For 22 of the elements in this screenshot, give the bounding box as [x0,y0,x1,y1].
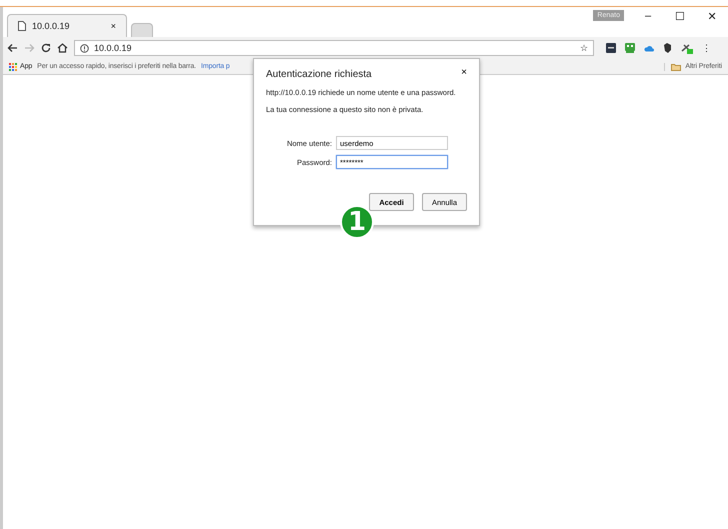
minimize-button[interactable]: – [632,7,664,22]
address-text: 10.0.0.19 [94,43,133,53]
back-icon[interactable] [7,43,18,53]
tab-title: 10.0.0.19 [32,21,71,31]
close-button[interactable]: ✕ [696,7,728,23]
folder-icon [671,62,682,70]
page-icon [18,21,26,31]
menu-button[interactable]: ⋮ [702,43,711,53]
home-icon[interactable] [57,43,68,53]
maximize-button[interactable]: ☐ [664,7,696,23]
bookmark-star-button[interactable]: ☆ [580,43,588,53]
dialog-title: Autenticazione richiesta [266,69,372,80]
browser-tab[interactable]: 10.0.0.19 × [7,14,127,37]
reload-icon[interactable] [41,43,51,53]
apps-grid-icon [9,62,17,70]
extension-icon[interactable] [606,43,616,53]
tab-close-button[interactable]: × [110,21,116,31]
robot-icon[interactable] [625,43,635,53]
dialog-close-button[interactable]: × [461,67,467,78]
cloud-icon[interactable] [644,44,654,52]
address-bar[interactable]: 10.0.0.19 ☆ [74,40,594,56]
info-icon[interactable] [80,44,89,52]
